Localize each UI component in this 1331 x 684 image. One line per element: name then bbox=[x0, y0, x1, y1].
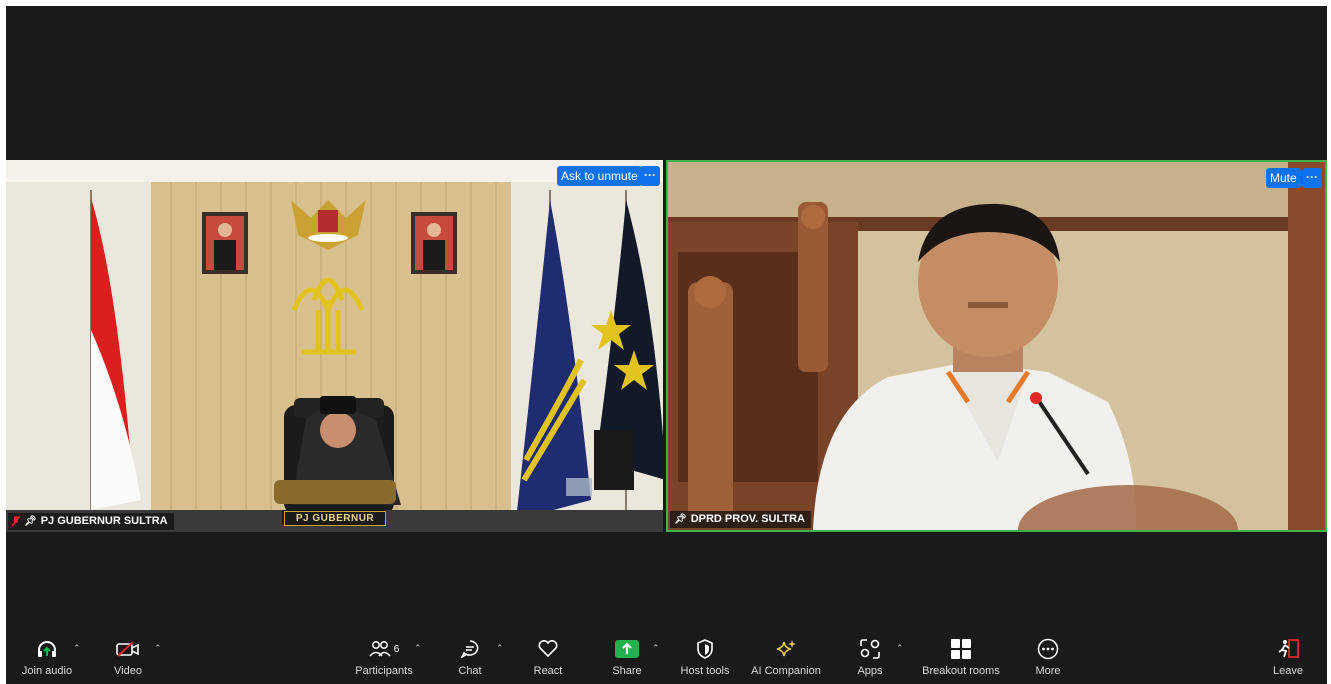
join-audio-button[interactable]: Join audio bbox=[18, 634, 76, 684]
participant-name: PJ GUBERNUR SULTRA bbox=[40, 515, 168, 527]
heart-icon bbox=[537, 634, 559, 664]
more-icon bbox=[1037, 634, 1059, 664]
breakout-rooms-label: Breakout rooms bbox=[922, 665, 1000, 677]
pin-icon: 📌︎ bbox=[674, 514, 687, 525]
apps-button[interactable]: Apps bbox=[852, 634, 888, 684]
video-off-icon bbox=[116, 634, 140, 664]
shield-icon bbox=[696, 634, 714, 664]
share-screen-icon bbox=[615, 634, 639, 664]
meeting-window: PJ GUBERNUR Ask to unmute ··· 📌︎ PJ GUBE… bbox=[6, 6, 1327, 684]
sparkle-icon bbox=[775, 634, 797, 664]
meeting-toolbar: Join audio ⌃ Video ⌃ 6 Participants ⌃ Ch… bbox=[6, 634, 1327, 684]
video-tile-pj-gubernur[interactable]: PJ GUBERNUR Ask to unmute ··· 📌︎ PJ GUBE… bbox=[6, 160, 663, 532]
chat-button[interactable]: Chat bbox=[452, 634, 488, 684]
participants-options-caret[interactable]: ⌃ bbox=[414, 643, 422, 654]
ai-companion-label: AI Companion bbox=[751, 665, 821, 677]
participant-name-tag: 📌︎ DPRD PROV. SULTRA bbox=[670, 511, 811, 528]
chat-options-caret[interactable]: ⌃ bbox=[496, 643, 504, 654]
mute-button[interactable]: Mute bbox=[1266, 168, 1301, 188]
video-label: Video bbox=[114, 665, 142, 677]
video-options-caret[interactable]: ⌃ bbox=[154, 643, 162, 654]
apps-label: Apps bbox=[857, 665, 883, 677]
participant-name-tag: 📌︎ PJ GUBERNUR SULTRA bbox=[8, 513, 174, 530]
participants-count: 6 bbox=[393, 643, 400, 655]
tile-more-options-button[interactable]: ··· bbox=[1302, 168, 1322, 188]
breakout-rooms-icon bbox=[951, 634, 971, 664]
join-audio-label: Join audio bbox=[21, 665, 73, 677]
leave-button[interactable]: Leave bbox=[1270, 634, 1306, 684]
participant-name: DPRD PROV. SULTRA bbox=[690, 513, 805, 525]
mic-muted-icon bbox=[11, 515, 21, 527]
apps-icon bbox=[859, 634, 881, 664]
breakout-rooms-button[interactable]: Breakout rooms bbox=[918, 634, 1004, 684]
host-tools-label: Host tools bbox=[680, 665, 730, 677]
share-label: Share bbox=[612, 665, 642, 677]
share-options-caret[interactable]: ⌃ bbox=[652, 643, 660, 654]
more-button[interactable]: More bbox=[1030, 634, 1066, 684]
ask-to-unmute-button[interactable]: Ask to unmute bbox=[557, 166, 642, 186]
video-tile-dprd[interactable]: Mute ··· 📌︎ DPRD PROV. SULTRA bbox=[666, 160, 1327, 532]
chat-label: Chat bbox=[458, 665, 482, 677]
video-feed-pj-gubernur bbox=[6, 160, 663, 532]
tile-more-options-button[interactable]: ··· bbox=[640, 166, 660, 186]
leave-icon bbox=[1277, 634, 1299, 664]
react-label: React bbox=[533, 665, 563, 677]
host-tools-button[interactable]: Host tools bbox=[676, 634, 734, 684]
ai-companion-button[interactable]: AI Companion bbox=[748, 634, 824, 684]
participants-button[interactable]: 6 Participants bbox=[350, 634, 418, 684]
desk-nameplate: PJ GUBERNUR bbox=[284, 511, 386, 526]
participants-label: Participants bbox=[355, 665, 413, 677]
apps-options-caret[interactable]: ⌃ bbox=[896, 643, 904, 654]
react-button[interactable]: React bbox=[528, 634, 568, 684]
video-button[interactable]: Video bbox=[106, 634, 150, 684]
more-label: More bbox=[1035, 665, 1061, 677]
chat-icon bbox=[460, 634, 480, 664]
participants-icon: 6 bbox=[369, 634, 400, 664]
headphones-icon bbox=[36, 634, 58, 664]
share-button[interactable]: Share bbox=[606, 634, 648, 684]
video-feed-dprd bbox=[668, 162, 1325, 530]
audio-options-caret[interactable]: ⌃ bbox=[73, 643, 81, 654]
leave-label: Leave bbox=[1273, 665, 1303, 677]
pin-icon: 📌︎ bbox=[24, 516, 37, 527]
